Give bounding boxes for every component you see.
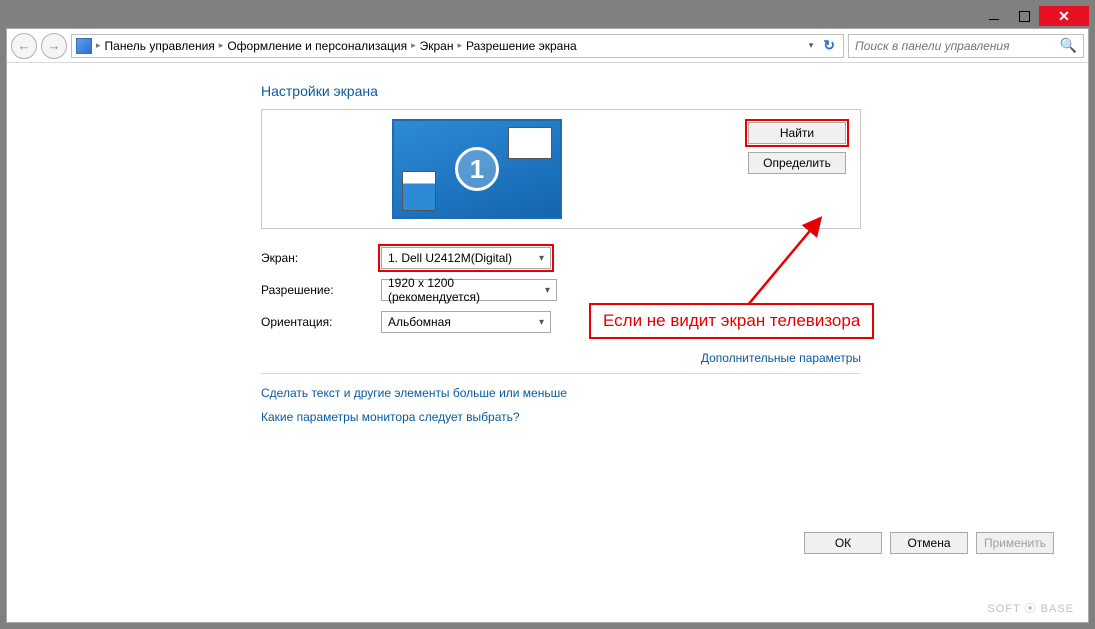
- text-size-link[interactable]: Сделать текст и другие элементы больше и…: [261, 386, 861, 400]
- content-area: Настройки экрана 1 Найти Определить Экра…: [7, 63, 1088, 622]
- chevron-right-icon: ▸: [411, 40, 416, 51]
- close-button[interactable]: ✕: [1039, 6, 1089, 26]
- refresh-icon[interactable]: ↻: [819, 37, 839, 54]
- watermark: SOFT ⦿ BASE: [987, 600, 1074, 616]
- orientation-value: Альбомная: [388, 315, 451, 329]
- apply-button[interactable]: Применить: [976, 532, 1054, 554]
- dialog-buttons: ОК Отмена Применить: [804, 532, 1054, 554]
- preview-window-icon: [402, 171, 436, 211]
- advanced-settings-link[interactable]: Дополнительные параметры: [261, 351, 861, 365]
- breadcrumb-item[interactable]: Разрешение экрана: [466, 39, 577, 53]
- search-box[interactable]: 🔍: [848, 34, 1084, 58]
- navbar: ← → ▸ Панель управления ▸ Оформление и п…: [7, 29, 1088, 63]
- minimize-button[interactable]: [979, 6, 1009, 26]
- screen-label: Экран:: [261, 251, 381, 265]
- breadcrumb-item[interactable]: Экран: [420, 39, 454, 53]
- maximize-button[interactable]: [1009, 6, 1039, 26]
- breadcrumb-item[interactable]: Панель управления: [105, 39, 215, 53]
- address-bar[interactable]: ▸ Панель управления ▸ Оформление и персо…: [71, 34, 844, 58]
- titlebar: ✕: [6, 6, 1089, 28]
- nav-forward-button[interactable]: →: [41, 33, 67, 59]
- search-icon[interactable]: 🔍: [1060, 37, 1077, 54]
- resolution-label: Разрешение:: [261, 283, 381, 297]
- nav-back-button[interactable]: ←: [11, 33, 37, 59]
- divider: [261, 373, 861, 374]
- breadcrumb-item[interactable]: Оформление и персонализация: [227, 39, 407, 53]
- monitor-help-link[interactable]: Какие параметры монитора следует выбрать…: [261, 410, 861, 424]
- chevron-right-icon: ▸: [457, 40, 462, 51]
- annotation-callout: Если не видит экран телевизора: [589, 303, 874, 339]
- orientation-select[interactable]: Альбомная: [381, 311, 551, 333]
- search-input[interactable]: [855, 39, 1060, 53]
- ok-button[interactable]: ОК: [804, 532, 882, 554]
- chevron-right-icon: ▸: [219, 40, 224, 51]
- inner-window: ← → ▸ Панель управления ▸ Оформление и п…: [6, 28, 1089, 623]
- screen-select[interactable]: 1. Dell U2412M(Digital): [381, 247, 551, 269]
- find-button[interactable]: Найти: [748, 122, 846, 144]
- monitor-number: 1: [455, 147, 499, 191]
- display-preview-pane: 1 Найти Определить: [261, 109, 861, 229]
- detect-button[interactable]: Определить: [748, 152, 846, 174]
- chevron-right-icon: ▸: [96, 40, 101, 51]
- preview-window-icon: [508, 127, 552, 159]
- chevron-down-icon[interactable]: ▾: [809, 40, 814, 51]
- page-title: Настройки экрана: [261, 83, 861, 99]
- orientation-label: Ориентация:: [261, 315, 381, 329]
- resolution-select[interactable]: 1920 x 1200 (рекомендуется): [381, 279, 557, 301]
- screen-value: 1. Dell U2412M(Digital): [388, 251, 512, 265]
- window-frame: ✕ ← → ▸ Панель управления ▸ Оформление и…: [0, 0, 1095, 629]
- cancel-button[interactable]: Отмена: [890, 532, 968, 554]
- control-panel-icon: [76, 38, 92, 54]
- monitor-thumbnail[interactable]: 1: [392, 119, 562, 219]
- resolution-value: 1920 x 1200 (рекомендуется): [388, 276, 536, 304]
